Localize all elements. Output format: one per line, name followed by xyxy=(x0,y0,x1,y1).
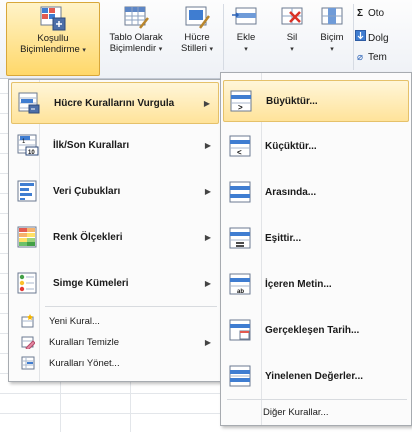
dropdown-arrow-icon: ▾ xyxy=(290,46,294,53)
submenu-arrow-icon: ▶ xyxy=(204,186,211,196)
delete-label: Sil xyxy=(286,32,298,43)
format-cells-icon xyxy=(318,4,346,30)
duplicate-values-icon xyxy=(229,365,251,387)
clear-label: Tem xyxy=(368,52,387,63)
svg-text:10: 10 xyxy=(28,150,35,156)
cell-styles-icon xyxy=(183,4,211,30)
submenu-item-label: Gerçekleşen Tarih... xyxy=(265,324,360,336)
menu-item-color-scales[interactable]: Renk Ölçekleri ▶ xyxy=(11,217,219,257)
autosum-label: Oto xyxy=(368,8,385,19)
new-rule-icon xyxy=(21,314,35,328)
color-scales-icon xyxy=(17,226,39,248)
menu-item-manage-rules[interactable]: Kuralları Yönet... xyxy=(11,353,219,373)
submenu-item-label: Büyüktür... xyxy=(266,95,318,107)
menu-item-clear-rules[interactable]: Kuralları Temizle ▶ xyxy=(11,332,219,352)
svg-text:<: < xyxy=(237,148,242,157)
cond-format-line2: Biçimlendirme xyxy=(20,44,80,55)
greater-than-icon: > xyxy=(230,90,252,112)
dropdown-arrow-icon: ▾ xyxy=(158,46,163,53)
menu-item-label: Kuralları Temizle xyxy=(49,336,120,348)
submenu-item-label: Küçüktür... xyxy=(265,140,317,152)
menu-item-highlight-cell-rules[interactable]: Hücre Kurallarını Vurgula ▶ xyxy=(11,82,219,124)
fill-down-icon xyxy=(354,30,366,44)
menu-item-icon-sets[interactable]: Simge Kümeleri ▶ xyxy=(11,263,219,303)
table-format-line2: Biçimlendir xyxy=(109,43,157,54)
icon-sets-icon xyxy=(17,272,39,294)
submenu-arrow-icon: ▶ xyxy=(204,232,211,242)
format-as-table-button[interactable]: Tablo Olarak Biçimlendir ▾ xyxy=(100,2,172,74)
clear-rules-icon xyxy=(21,335,36,351)
menu-item-new-rule[interactable]: Yeni Kural... xyxy=(11,311,219,331)
submenu-item-date-occurring[interactable]: Gerçekleşen Tarih... xyxy=(223,310,409,350)
submenu-item-label: Yinelenen Değerler... xyxy=(265,370,364,382)
format-label: Biçim xyxy=(320,32,344,43)
menu-item-label: İlk/Son Kuralları xyxy=(53,139,130,151)
delete-button[interactable]: Sil ▾ xyxy=(274,2,310,74)
dropdown-arrow-icon: ▾ xyxy=(209,46,214,53)
cell-styles-line2: Stilleri xyxy=(180,43,207,54)
highlight-rules-icon xyxy=(18,92,40,114)
submenu-item-label: Eşittir... xyxy=(265,232,302,244)
submenu-item-text-contains[interactable]: ab İçeren Metin... xyxy=(223,264,409,304)
menu-item-top-bottom-rules[interactable]: 1 10 İlk/Son Kuralları ▶ xyxy=(11,125,219,165)
insert-label: Ekle xyxy=(236,32,256,43)
conditional-formatting-button[interactable]: Koşullu Biçimlendirme ▾ xyxy=(6,2,100,76)
dropdown-arrow-icon: ▾ xyxy=(82,47,86,54)
svg-text:>: > xyxy=(238,103,243,112)
format-button[interactable]: Biçim ▾ xyxy=(314,2,350,74)
menu-item-label: Veri Çubukları xyxy=(53,185,121,197)
ribbon: Koşullu Biçimlendirme ▾ Tablo Olarak Biç… xyxy=(0,0,412,79)
fill-button[interactable]: Dolg xyxy=(354,30,389,44)
equal-to-icon xyxy=(229,227,251,249)
eraser-icon: ⌀ xyxy=(356,52,364,63)
fill-label: Dolg xyxy=(368,33,389,44)
submenu-arrow-icon: ▶ xyxy=(204,337,211,347)
ribbon-separator xyxy=(223,4,224,70)
conditional-formatting-menu: Hücre Kurallarını Vurgula ▶ 1 10 İlk/Son … xyxy=(8,79,222,382)
conditional-formatting-icon xyxy=(39,5,67,31)
table-format-icon xyxy=(122,4,150,30)
insert-cells-icon xyxy=(232,4,260,30)
submenu-arrow-icon: ▶ xyxy=(204,140,211,150)
text-contains-icon: ab xyxy=(229,273,251,295)
submenu-item-greater-than[interactable]: > Büyüktür... xyxy=(223,80,409,122)
autosum-button[interactable]: Σ Oto xyxy=(354,8,384,19)
sigma-icon: Σ xyxy=(356,8,363,19)
clear-button[interactable]: ⌀ Tem xyxy=(354,52,387,63)
menu-item-data-bars[interactable]: Veri Çubukları ▶ xyxy=(11,171,219,211)
table-format-line1: Tablo Olarak xyxy=(109,32,163,43)
highlight-cell-rules-submenu: > Büyüktür... < Küçüktür... Arasında... … xyxy=(220,72,412,426)
data-bars-icon xyxy=(17,180,39,202)
submenu-item-more-rules[interactable]: Diğer Kurallar... xyxy=(223,402,409,422)
submenu-item-between[interactable]: Arasında... xyxy=(223,172,409,212)
cond-format-line1: Koşullu xyxy=(37,33,69,44)
delete-cells-icon xyxy=(278,4,306,30)
submenu-item-duplicate-values[interactable]: Yinelenen Değerler... xyxy=(223,356,409,396)
submenu-arrow-icon: ▶ xyxy=(204,278,211,288)
menu-item-label: Simge Kümeleri xyxy=(53,277,129,289)
top-bottom-rules-icon: 1 10 xyxy=(17,134,39,156)
more-rules-label: Diğer Kurallar... xyxy=(263,406,329,418)
menu-item-label: Renk Ölçekleri xyxy=(53,231,123,243)
submenu-item-label: Arasında... xyxy=(265,186,317,198)
submenu-item-label: İçeren Metin... xyxy=(265,278,332,290)
menu-item-label: Yeni Kural... xyxy=(49,315,100,327)
submenu-item-less-than[interactable]: < Küçüktür... xyxy=(223,126,409,166)
less-than-icon: < xyxy=(229,135,251,157)
cell-styles-button[interactable]: Hücre Stilleri ▾ xyxy=(173,2,221,74)
submenu-item-equal-to[interactable]: Eşittir... xyxy=(223,218,409,258)
submenu-arrow-icon: ▶ xyxy=(203,98,210,108)
menu-item-label: Hücre Kurallarını Vurgula xyxy=(54,97,175,109)
dropdown-arrow-icon: ▾ xyxy=(244,46,248,53)
between-icon xyxy=(229,181,251,203)
svg-text:ab: ab xyxy=(237,289,244,295)
dropdown-arrow-icon: ▾ xyxy=(330,46,334,53)
cell-styles-line1: Hücre xyxy=(184,32,210,43)
menu-item-label: Kuralları Yönet... xyxy=(49,357,120,369)
date-occurring-icon xyxy=(229,319,251,341)
insert-button[interactable]: Ekle ▾ xyxy=(228,2,264,74)
manage-rules-icon xyxy=(21,356,35,370)
